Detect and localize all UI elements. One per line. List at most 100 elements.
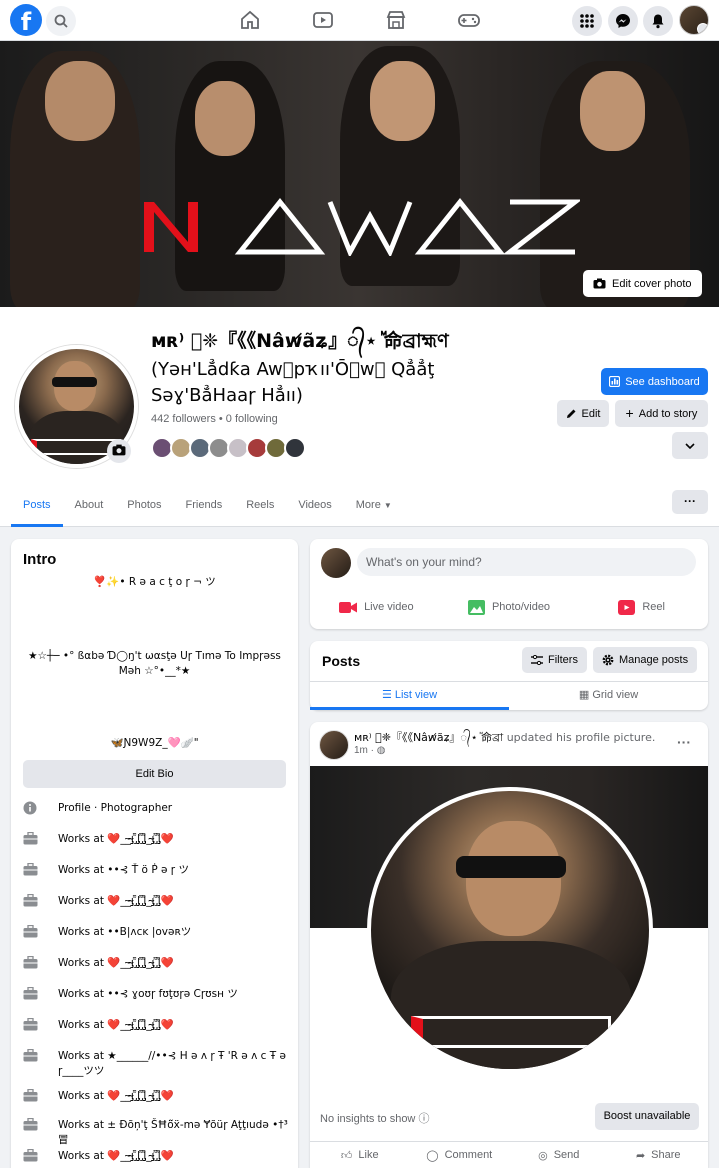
tab-reels[interactable]: Reels [234,487,286,527]
like-button[interactable]: 👍︎ Like [310,1142,410,1168]
boost-unavailable-button[interactable]: Boost unavailable [595,1103,699,1130]
post-profile-picture [367,787,653,1073]
bell-icon [652,14,664,29]
comment-button[interactable]: ◯ Comment [410,1142,510,1168]
share-button[interactable]: ➦ Share [609,1142,709,1168]
photo-video-button[interactable]: Photo/video [443,594,576,620]
filters-label: Filters [548,654,578,666]
change-profile-picture-button[interactable] [107,439,131,463]
post-image[interactable] [310,766,708,1094]
edit-bio-button[interactable]: Edit Bio [23,760,286,788]
see-dashboard-button[interactable]: See dashboard [601,368,708,395]
profile-tabs: Posts About Photos Friends Reels Videos … [11,487,404,527]
comment-icon: ◯ [426,1149,439,1162]
whats-on-your-mind-input[interactable]: What's on your mind? [357,548,696,576]
facebook-logo[interactable]: f [10,4,42,36]
gaming-icon[interactable] [456,8,482,32]
follow-counts: 442 followers • 0 following [151,413,278,425]
send-label: Send [553,1149,580,1161]
video-icon[interactable] [310,8,336,32]
cover-figure [580,71,645,151]
edit-cover-label: Edit cover photo [612,277,692,290]
post-timestamp[interactable]: 1m · ◍ [354,745,386,756]
pp-logo [411,1016,611,1048]
cover-figure [195,81,255,156]
info-icon [23,801,38,815]
intro-work-item: Works at ❤️__̴ı̴̴̡̡̡ ̡͌l̡̡̡ ̡͌l̡̡̡̡͌_ı̴̴… [23,955,288,971]
reel-label: Reel [642,601,665,613]
intro-work-item: Works at ••⊰ Ť ö Ṗ ə ɼ ツ [23,862,288,878]
followers-count[interactable]: 442 followers [151,413,216,425]
reel-button[interactable]: Reel [575,594,708,620]
bio-line: ★☆┼─ •° ßαbə Ɗ◯ŋ't ωαsţə Uɼ Tımə To Impɼ… [28,650,281,677]
post-insights: No insights to show ⓘ [320,1110,429,1126]
intro-work-item: Works at ❤️__̴ı̴̴̡̡̡ ̡͌l̡̡̡ ̡͌l̡̡̡̡͌_ı̴̴… [23,1017,288,1033]
tab-more[interactable]: More ▼ [344,487,404,527]
search-button[interactable] [46,6,76,36]
intro-row-text: Profile · Photographer [58,802,173,814]
briefcase-icon [23,1148,38,1163]
account-avatar[interactable] [679,5,709,35]
intro-title: Intro [23,551,57,568]
tab-about[interactable]: About [63,487,116,527]
top-navigation: f [0,0,719,41]
filters-button[interactable]: Filters [522,647,587,673]
posts-header-card: Posts Filters Manage posts ☰ List view ▦… [310,641,708,710]
post-author-avatar[interactable] [319,730,349,760]
post-options-button[interactable]: ··· [677,734,691,750]
tab-friends[interactable]: Friends [174,487,235,527]
edit-cover-button[interactable]: Edit cover photo [583,270,702,297]
tab-photos[interactable]: Photos [115,487,173,527]
intro-work-item: Works at ❤️__̴ı̴̴̡̡̡ ̡͌l̡̡̡ ̡͌l̡̡̡̡͌_ı̴̴… [23,1148,288,1164]
friend-avatar[interactable] [284,437,306,459]
live-video-icon [339,601,358,613]
post-actions: 👍︎ Like ◯ Comment ◎ Send ➦ Share [310,1141,708,1168]
add-to-story-label: Add to story [638,407,698,420]
intro-work-item: Works at ••⊰ ɣoʊɼ fʊţʊɼə Cɼʊsʜ ツ [23,986,288,1002]
post-author-name[interactable]: ᴍʀ⁾ ⃟❈『《《Nâw̸ãʑ』᭄⋆ ⷨ命ব্রা [354,731,503,744]
manage-posts-button[interactable]: Manage posts [593,647,698,673]
search-icon [54,14,68,28]
post-composer: What's on your mind? Live video Photo/vi… [310,539,708,629]
dashboard-icon [609,376,621,387]
tab-videos[interactable]: Videos [286,487,343,527]
intro-row-text: Works at ••⊰ ɣoʊɼ fʊţʊɼə Cɼʊsʜ ツ [58,988,238,1000]
intro-row-text: Works at ❤️__̴ı̴̴̡̡̡ ̡͌l̡̡̡ ̡͌l̡̡̡̡͌_ı̴̴… [58,1090,174,1102]
grid-view-label: Grid view [592,689,639,701]
list-view-label: List view [394,689,438,701]
like-label: Like [358,1149,379,1161]
following-count[interactable]: 0 following [226,413,278,425]
cover-figure [45,61,115,141]
tab-list-view[interactable]: ☰ List view [310,682,509,710]
live-video-button[interactable]: Live video [310,594,443,620]
add-to-story-button[interactable]: + Add to story [615,400,708,427]
chevron-down-icon [697,23,708,34]
intro-work-item: Works at ••B|ʌcĸ |ovəʀツ [23,924,288,940]
cover-figure [370,61,435,141]
menu-button[interactable] [572,6,602,36]
profile-options-button[interactable] [672,432,708,459]
more-options-button[interactable]: ··· [672,490,708,514]
marketplace-icon[interactable] [383,8,409,32]
edit-profile-button[interactable]: Edit [557,400,609,427]
thumbs-up-icon: 👍︎ [340,1149,353,1162]
pencil-icon [566,409,576,418]
photo-video-label: Photo/video [491,601,551,613]
view-tabs: ☰ List view ▦ Grid view [310,681,708,710]
tab-posts[interactable]: Posts [11,487,63,527]
intro-work-item: Works at ❤️__̴ı̴̴̡̡̡ ̡͌l̡̡̡ ̡͌l̡̡̡̡͌_ı̴̴… [23,893,288,909]
tab-grid-view[interactable]: ▦ Grid view [509,682,708,710]
share-label: Share [651,1149,681,1161]
home-icon[interactable] [237,8,263,32]
send-button[interactable]: ◎ Send [509,1142,609,1168]
messenger-button[interactable] [608,6,638,36]
friend-avatars [151,437,306,459]
cover-photo: Edit cover photo [0,41,719,307]
briefcase-icon [23,986,38,1001]
notifications-button[interactable] [643,6,673,36]
composer-avatar[interactable] [321,548,351,578]
composer-actions: Live video Photo/video Reel [310,594,708,620]
pp-sunglasses [456,856,566,878]
post-header: ᴍʀ⁾ ⃟❈『《《Nâw̸ãʑ』᭄⋆ ⷨ命ব্রা updated his pr… [354,731,674,745]
bio-line: ❣️✨• R ə a c ţ o ɼ ¬ ツ [93,576,216,588]
